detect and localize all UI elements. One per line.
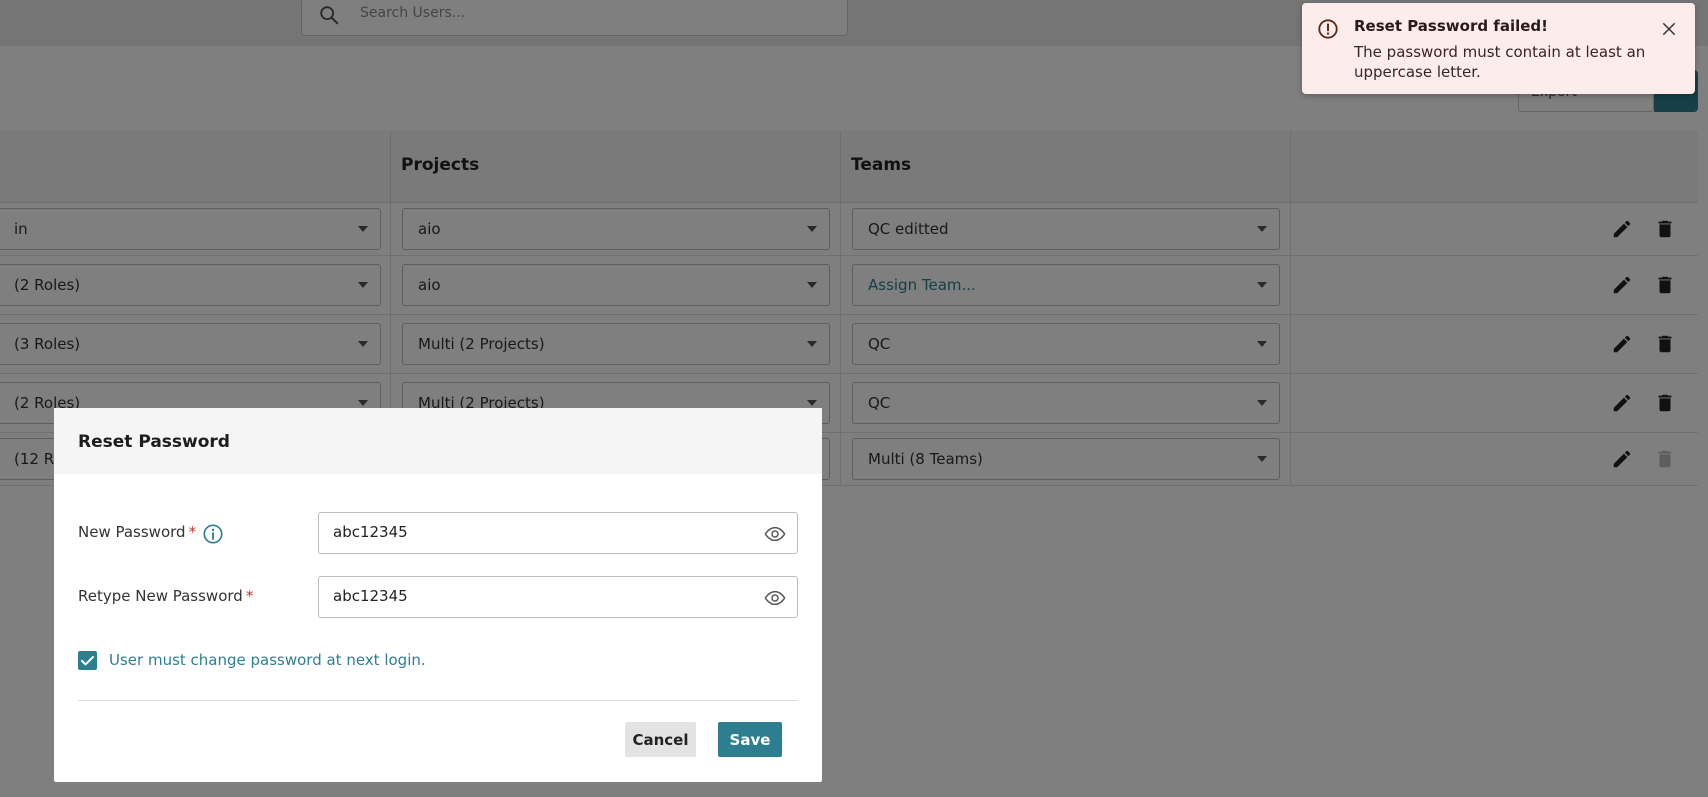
checkmark-icon: [80, 655, 95, 666]
change-password-checkbox-label[interactable]: User must change password at next login.: [109, 651, 426, 669]
close-icon[interactable]: [1660, 20, 1678, 38]
show-password-eye-icon[interactable]: [763, 523, 787, 545]
save-button[interactable]: Save: [718, 722, 782, 757]
info-icon[interactable]: [202, 523, 224, 545]
retype-password-label: Retype New Password *: [78, 587, 254, 605]
dialog-header: Reset Password: [54, 408, 822, 474]
new-password-field[interactable]: [318, 512, 798, 554]
toast-message: The password must contain at least an up…: [1354, 43, 1646, 81]
warning-circle-icon: [1318, 19, 1338, 39]
retype-password-input[interactable]: [333, 587, 733, 605]
retype-password-field[interactable]: [318, 576, 798, 618]
error-toast: Reset Password failed! The password must…: [1302, 3, 1695, 94]
reset-password-dialog: Reset Password New Password* Retype New …: [54, 408, 822, 782]
show-password-eye-icon[interactable]: [763, 587, 787, 609]
new-password-label: New Password *: [78, 523, 197, 541]
change-password-checkbox[interactable]: [78, 651, 97, 670]
cancel-button[interactable]: Cancel: [625, 722, 696, 757]
required-marker: *: [188, 523, 197, 541]
toast-title: Reset Password failed!: [1354, 17, 1548, 35]
required-marker: *: [245, 587, 254, 605]
dialog-title: Reset Password: [78, 432, 230, 452]
new-password-input[interactable]: [333, 523, 733, 541]
dialog-divider: [78, 700, 798, 701]
